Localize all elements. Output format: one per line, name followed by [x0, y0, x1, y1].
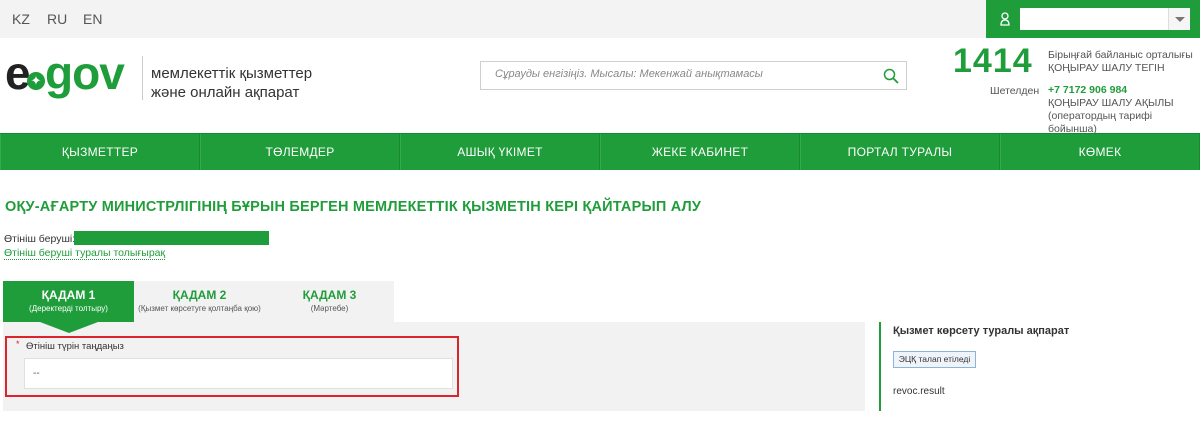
nav-payments[interactable]: ТӨЛЕМДЕР [200, 134, 400, 170]
step-3-title: ҚАДАМ 3 [302, 288, 357, 302]
user-icon [1000, 12, 1010, 26]
logo-star-icon: ✦ [27, 72, 45, 90]
step-2-subtitle: (Қызмет көрсетуге қолтаңба қою) [138, 304, 261, 313]
call-free-label: ҚОҢЫРАУ ШАЛУ ТЕГІН [1048, 62, 1165, 74]
login-box [986, 0, 1200, 38]
nav-services[interactable]: ҚЫЗМЕТТЕР [0, 134, 200, 170]
search-box [480, 61, 907, 90]
step-2-tab[interactable]: ҚАДАМ 2 (Қызмет көрсетуге қолтаңба қою) [134, 281, 265, 322]
login-dropdown-button[interactable] [1168, 8, 1190, 30]
required-mark: * [16, 339, 20, 349]
step-3-subtitle: (Мәртебе) [310, 304, 349, 313]
step-3-tab[interactable]: ҚАДАМ 3 (Мәртебе) [264, 281, 395, 322]
abroad-phone[interactable]: +7 7172 906 984 [1048, 84, 1127, 96]
application-type-label: Өтініш түрін таңдаңыз [26, 341, 124, 352]
page-title: ОҚУ-АҒАРТУ МИНИСТРЛІГІНІҢ БҰРЫН БЕРГЕН М… [5, 199, 702, 215]
nav-personal-cabinet[interactable]: ЖЕКЕ КАБИНЕТ [600, 134, 800, 170]
paid-call-info: ҚОҢЫРАУ ШАЛУ АҚЫЛЫ (оператордың тарифі б… [1048, 97, 1200, 136]
application-type-value: -- [33, 368, 40, 379]
top-bar: KZ RU EN [0, 0, 1200, 38]
logo-e: e [5, 47, 31, 99]
applicant-details-link[interactable]: Өтініш беруші туралы толығырақ [4, 247, 166, 260]
step-2-title: ҚАДАМ 2 [172, 288, 227, 302]
contact-center-info: Бірыңғай байланыс орталығы ҚОҢЫРАУ ШАЛУ … [1048, 49, 1193, 75]
search-icon[interactable] [883, 68, 899, 84]
tagline-line1: мемлекеттік қызметтер [151, 65, 313, 82]
eds-required-button[interactable]: ЭЦҚ талап етіледі [893, 351, 976, 368]
lang-kz[interactable]: KZ [12, 11, 30, 27]
applicant-name-redacted [74, 231, 269, 245]
tagline-line2: және онлайн ақпарат [151, 84, 300, 101]
logo-divider [142, 56, 143, 100]
step-1-tab[interactable]: ҚАДАМ 1 (Деректерді толтыру) [3, 281, 134, 322]
call-paid-label: ҚОҢЫРАУ ШАЛУ АҚЫЛЫ [1048, 97, 1174, 109]
search-input[interactable] [495, 68, 875, 80]
abroad-label: Шетелден [990, 85, 1040, 97]
info-panel-accent [879, 322, 881, 411]
main-nav: ҚЫЗМЕТТЕР ТӨЛЕМДЕР АШЫҚ ҮКІМЕТ ЖЕКЕ КАБИ… [0, 133, 1200, 170]
step-1-subtitle: (Деректерді толтыру) [29, 304, 108, 313]
nav-help[interactable]: КӨМЕК [1000, 134, 1200, 170]
hotline-number[interactable]: 1414 [953, 42, 1033, 81]
nav-open-government[interactable]: АШЫҚ ҮКІМЕТ [400, 134, 600, 170]
applicant-label: Өтініш беруші: [4, 233, 76, 245]
login-field[interactable] [1020, 8, 1168, 30]
nav-about-portal[interactable]: ПОРТАЛ ТУРАЛЫ [800, 134, 1000, 170]
egov-logo[interactable]: e ✦ gov [5, 50, 137, 100]
logo-gov: gov [45, 47, 125, 99]
lang-en[interactable]: EN [83, 11, 102, 27]
active-step-pointer [40, 322, 98, 333]
lang-ru[interactable]: RU [47, 11, 67, 27]
tagline: мемлекеттік қызметтер және онлайн ақпара… [151, 64, 341, 102]
service-info-title: Қызмет көрсету туралы ақпарат [893, 325, 1070, 337]
revoc-result: revoc.result [893, 386, 945, 397]
contact-center-label: Бірыңғай байланыс орталығы [1048, 49, 1193, 61]
step-1-title: ҚАДАМ 1 [41, 288, 96, 302]
application-type-select[interactable]: -- [24, 358, 453, 389]
